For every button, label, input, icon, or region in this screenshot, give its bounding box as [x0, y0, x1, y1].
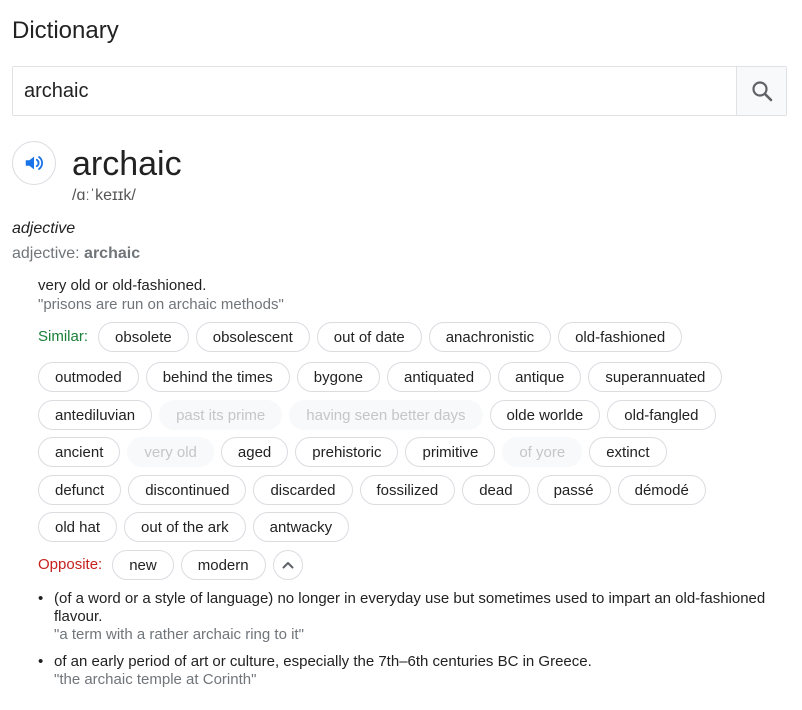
search-input[interactable] [13, 67, 736, 115]
sense-3-example: "the archaic temple at Corinth" [54, 671, 257, 688]
search-box [12, 66, 787, 116]
synonym-chip[interactable]: antediluvian [38, 400, 153, 430]
word-form: adjective: archaic [12, 244, 140, 264]
headword: archaic [72, 145, 182, 183]
similar-row: old hat out of the ark antwacky [38, 512, 356, 542]
synonym-chip[interactable]: antiquated [387, 362, 492, 392]
synonym-chip[interactable]: prehistoric [295, 437, 399, 467]
similar-row: ancient very old aged prehistoric primit… [38, 437, 674, 467]
synonym-chip[interactable]: dead [462, 475, 530, 505]
synonym-chip[interactable]: extinct [589, 437, 667, 467]
synonym-chip[interactable]: out of the ark [124, 512, 246, 542]
similar-row: outmoded behind the times bygone antiqua… [38, 362, 729, 392]
synonym-chip[interactable]: out of date [316, 322, 422, 352]
word-form-word: archaic [84, 245, 141, 262]
synonym-chip[interactable]: old-fangled [607, 400, 716, 430]
synonym-chip[interactable]: aged [220, 437, 289, 467]
synonym-chip-faded: having seen better days [289, 400, 483, 430]
synonym-chip[interactable]: old-fashioned [558, 322, 683, 352]
page-title: Dictionary [12, 17, 119, 44]
bullet-icon: • [38, 653, 44, 670]
similar-row: antediluvian past its prime having seen … [38, 400, 723, 430]
sense-2: • (of a word or a style of language) no … [38, 590, 768, 644]
synonym-chip[interactable]: ancient [38, 437, 121, 467]
sense-2-definition: (of a word or a style of language) no lo… [54, 590, 766, 625]
search-button[interactable] [736, 67, 786, 115]
synonym-chip[interactable]: antique [498, 362, 582, 392]
word-form-label: adjective: [12, 245, 80, 262]
search-icon [751, 81, 772, 102]
opposite-row: Opposite: new modern [38, 550, 303, 580]
collapse-button[interactable] [272, 550, 303, 580]
synonym-chip-faded: past its prime [159, 400, 283, 430]
synonym-chip[interactable]: olde worlde [489, 400, 601, 430]
synonym-chip[interactable]: behind the times [145, 362, 290, 392]
sense-1-example: "prisons are run on archaic methods" [38, 296, 284, 313]
synonym-chip[interactable]: antwacky [252, 512, 350, 542]
synonym-chip[interactable]: bygone [296, 362, 381, 392]
synonym-chip[interactable]: passé [536, 475, 611, 505]
antonym-chip[interactable]: new [112, 550, 174, 580]
sense-3: • of an early period of art or culture, … [38, 653, 768, 689]
synonym-chip[interactable]: old hat [38, 512, 118, 542]
chevron-up-icon [282, 562, 294, 569]
synonym-chip[interactable]: primitive [405, 437, 496, 467]
pronunciation-button[interactable] [12, 141, 56, 185]
similar-row: Similar: obsolete obsolescent out of dat… [38, 322, 689, 352]
synonym-chip[interactable]: superannuated [588, 362, 723, 392]
synonym-chip[interactable]: outmoded [38, 362, 139, 392]
synonym-chip-faded: of yore [502, 437, 583, 467]
sense-3-definition: of an early period of art or culture, es… [54, 653, 592, 670]
sense-2-example: "a term with a rather archaic ring to it… [54, 626, 304, 643]
synonym-chip[interactable]: obsolescent [195, 322, 310, 352]
opposite-label: Opposite: [38, 556, 103, 573]
antonym-chip[interactable]: modern [180, 550, 266, 580]
sense-1-definition: very old or old-fashioned. [38, 277, 207, 294]
phonetic-spelling: /ɑːˈkeɪɪk/ [72, 187, 136, 204]
bullet-icon: • [38, 590, 44, 607]
synonym-chip[interactable]: obsolete [98, 322, 189, 352]
synonym-chip-faded: very old [127, 437, 214, 467]
part-of-speech: adjective [12, 220, 76, 237]
synonym-chip[interactable]: démodé [617, 475, 706, 505]
synonym-chip[interactable]: anachronistic [428, 322, 552, 352]
similar-row: defunct discontinued discarded fossilize… [38, 475, 713, 505]
synonym-chip[interactable]: discarded [253, 475, 353, 505]
synonym-chip[interactable]: fossilized [359, 475, 456, 505]
synonym-chip[interactable]: discontinued [128, 475, 247, 505]
similar-label: Similar: [38, 328, 89, 345]
speaker-icon [25, 156, 43, 170]
synonym-chip[interactable]: defunct [38, 475, 122, 505]
